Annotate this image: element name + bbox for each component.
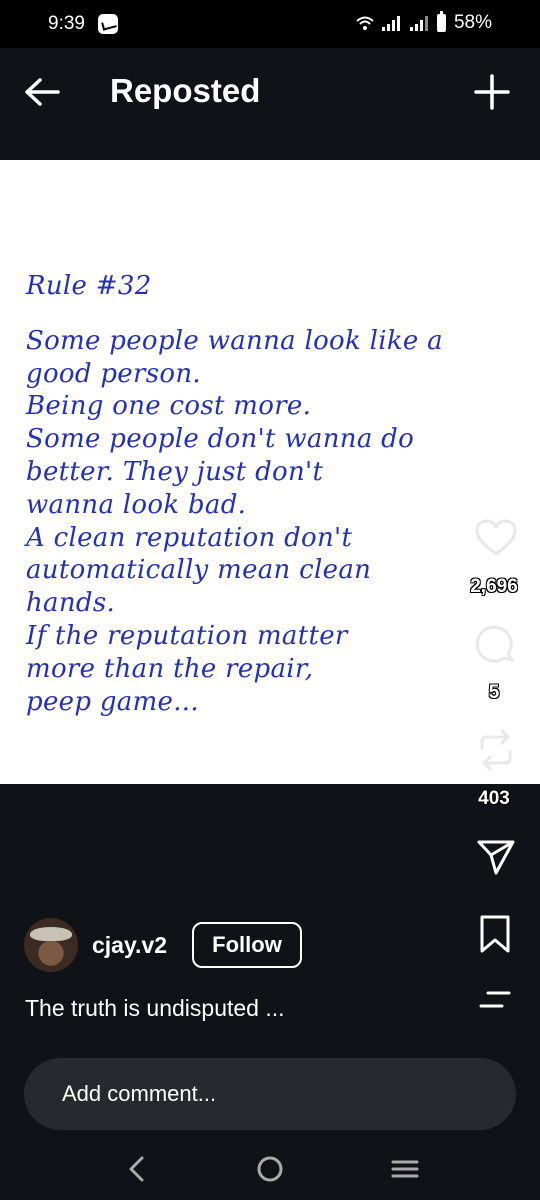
post-image[interactable]: Rule #32 Some people wanna look like a g… [0,160,540,784]
post-text-line: more than the repair, [26,653,314,684]
repost-icon[interactable] [474,728,518,772]
bookmark-icon[interactable] [478,914,512,954]
author-row[interactable]: cjay.v2 [24,918,167,972]
post-text-line: Being one cost more. [26,391,312,422]
status-time: 9:39 [48,13,85,34]
post-text-line: wanna look bad. [26,489,247,520]
comment-placeholder: Add comment... [62,1081,217,1106]
top-header [0,48,540,160]
nav-recents-icon[interactable] [390,1154,420,1184]
follow-button[interactable]: Follow [192,922,302,968]
post-caption[interactable]: The truth is undisputed ... [25,995,285,1022]
back-arrow-icon[interactable] [22,74,62,110]
post-text-line: good person. [26,358,201,389]
battery-icon [436,11,446,32]
post-text-line: Some people don't wanna do [26,424,415,455]
post-text-line: automatically mean clean [26,555,372,586]
username[interactable]: cjay.v2 [92,932,167,959]
post-footer [0,784,540,1200]
nav-back-icon[interactable] [124,1154,148,1184]
avatar[interactable] [24,918,78,972]
plus-icon[interactable] [474,72,510,112]
comment-input[interactable]: Add comment... [24,1058,516,1130]
battery-level: 58% [453,12,492,33]
more-lines-icon[interactable] [478,990,512,1010]
post-text-line: Some people wanna look like a [26,325,443,356]
signal-icon [381,16,400,31]
heart-icon[interactable] [474,518,518,558]
wifi-icon [356,16,374,30]
comment-bubble-icon[interactable] [474,624,518,668]
send-icon[interactable] [476,838,516,876]
post-text-line: A clean reputation don't [26,522,353,553]
signal-icon [409,16,428,31]
post-text-line: Rule #32 [26,271,152,301]
post-text-line: better. They just don't [26,456,324,487]
nav-home-icon[interactable] [255,1154,285,1184]
handwritten-text: Rule #32 Some people wanna look like a g… [26,270,496,718]
page-title: Reposted [110,72,261,109]
post-text-line: peep game... [26,686,199,717]
status-bar: 9:39 58% [0,0,540,48]
system-nav-bar [0,1140,540,1200]
post-text-line: hands. [26,588,116,619]
post-text-line: If the reputation matter [26,620,348,651]
app-notification-icon [98,14,118,34]
status-indicators: 58% [355,11,492,34]
